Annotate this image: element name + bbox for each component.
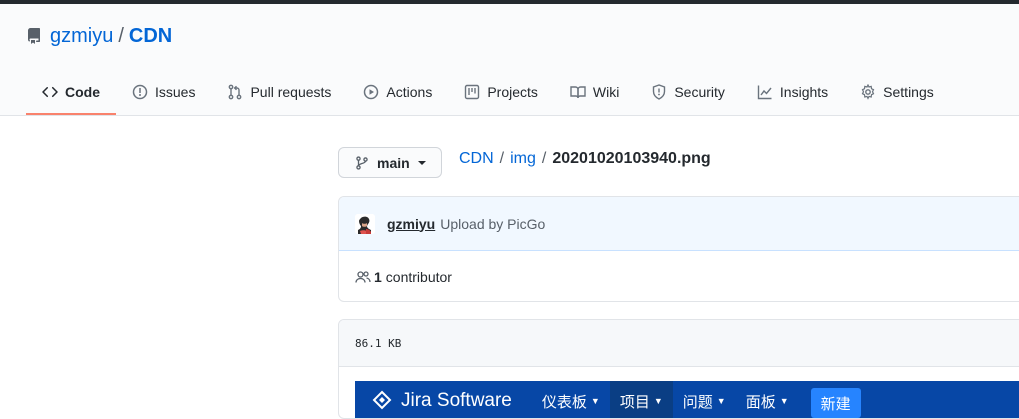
gear-icon bbox=[860, 84, 876, 100]
breadcrumb-repo-link[interactable]: CDN bbox=[459, 150, 494, 168]
tab-label: Pull requests bbox=[250, 84, 332, 100]
contributor-count: 1 bbox=[374, 269, 382, 285]
file-info-header: 86.1 KB bbox=[339, 320, 1019, 367]
tab-pull-requests[interactable]: Pull requests bbox=[211, 70, 347, 114]
repo-title-separator: / bbox=[118, 24, 124, 47]
image-preview: Jira Software 仪表板 ▼ 项目 ▼ 问题 ▼ 面板 ▼ 新建 bbox=[355, 381, 1019, 418]
tab-label: Wiki bbox=[592, 84, 620, 100]
tab-label: Projects bbox=[487, 84, 538, 100]
jira-logo-icon bbox=[371, 390, 393, 412]
breadcrumb-separator: / bbox=[499, 150, 505, 167]
preview-nav-item: 问题 ▼ bbox=[682, 393, 726, 411]
tab-label: Insights bbox=[779, 84, 829, 100]
avatar[interactable] bbox=[355, 213, 375, 234]
tab-label: Settings bbox=[883, 84, 934, 100]
branch-label: main bbox=[377, 154, 410, 171]
shield-icon bbox=[651, 84, 667, 100]
breadcrumb-folder-link[interactable]: img bbox=[510, 150, 536, 168]
tab-issues[interactable]: Issues bbox=[116, 70, 211, 114]
tab-label: Issues bbox=[155, 84, 196, 100]
repo-name-link[interactable]: CDN bbox=[129, 25, 172, 48]
chevron-down-icon bbox=[417, 160, 426, 165]
repo-title: gzmiyu / CDN bbox=[26, 24, 172, 48]
project-icon bbox=[464, 84, 480, 100]
breadcrumb: CDN / img / 20201020103940.png bbox=[459, 150, 711, 168]
branch-icon bbox=[355, 155, 369, 170]
commit-box: gzmiyu Upload by PicGo 1 contributor bbox=[338, 196, 1019, 302]
play-icon bbox=[363, 84, 379, 100]
tab-label: Code bbox=[65, 84, 100, 100]
breadcrumb-file-name: 20201020103940.png bbox=[552, 150, 711, 167]
commit-message-link[interactable]: Upload by PicGo bbox=[440, 216, 545, 232]
tab-code[interactable]: Code bbox=[26, 70, 116, 115]
preview-app-title: Jira Software bbox=[401, 390, 512, 411]
tab-label: Security bbox=[674, 84, 725, 100]
code-icon bbox=[42, 84, 58, 100]
preview-nav-item: 项目 ▼ bbox=[609, 381, 673, 418]
repo-owner-link[interactable]: gzmiyu bbox=[50, 25, 113, 48]
pull-request-icon bbox=[227, 84, 243, 100]
repo-tabs: Code Issues Pull requests Actions Projec… bbox=[26, 70, 950, 115]
people-icon bbox=[355, 269, 371, 285]
book-icon bbox=[570, 84, 586, 100]
preview-create-button: 新建 bbox=[810, 388, 861, 418]
latest-commit: gzmiyu Upload by PicGo bbox=[339, 197, 1019, 251]
tab-projects[interactable]: Projects bbox=[448, 70, 554, 114]
file-viewer: 86.1 KB Jira Software 仪表板 ▼ 项目 ▼ 问题 ▼ 面板 ▼ 新… bbox=[338, 319, 1019, 419]
tab-label: Actions bbox=[386, 84, 433, 100]
tab-actions[interactable]: Actions bbox=[347, 70, 448, 114]
preview-nav-item: 面板 ▼ bbox=[745, 393, 789, 411]
branch-select-button[interactable]: main bbox=[338, 147, 442, 178]
issue-icon bbox=[132, 84, 148, 100]
contributor-label: contributor bbox=[385, 269, 452, 285]
repo-header: gzmiyu / CDN Code Issues Pull requests A… bbox=[0, 4, 1019, 116]
graph-icon bbox=[757, 84, 773, 100]
commit-author-link[interactable]: gzmiyu bbox=[387, 216, 435, 232]
preview-nav-item: 仪表板 ▼ bbox=[541, 393, 600, 411]
tab-security[interactable]: Security bbox=[635, 70, 741, 114]
tab-settings[interactable]: Settings bbox=[844, 70, 950, 114]
tab-wiki[interactable]: Wiki bbox=[554, 70, 635, 114]
repo-icon bbox=[26, 28, 42, 44]
tab-insights[interactable]: Insights bbox=[741, 70, 844, 114]
contributors-row[interactable]: 1 contributor bbox=[339, 251, 1019, 301]
file-size: 86.1 KB bbox=[355, 336, 402, 350]
breadcrumb-separator: / bbox=[541, 150, 547, 167]
